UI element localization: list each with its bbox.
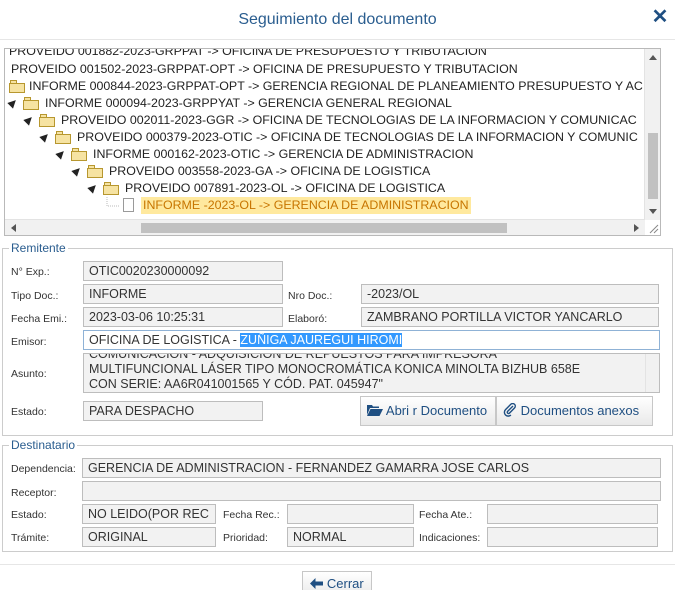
cerrar-button[interactable]: Cerrar bbox=[302, 571, 372, 590]
asunto-scrollbar[interactable] bbox=[645, 354, 659, 392]
nro-doc-label: Nro Doc.: bbox=[288, 290, 333, 302]
nexp-field[interactable]: OTIC0020230000092 bbox=[83, 261, 283, 281]
expanded-icon[interactable] bbox=[55, 148, 67, 160]
tipo-doc-field[interactable]: INFORME bbox=[83, 284, 283, 304]
documentos-anexos-label: Documentos anexos bbox=[520, 403, 640, 418]
tree-node-label: INFORME -2023-OL -> GERENCIA DE ADMINIST… bbox=[141, 197, 471, 214]
scroll-down-icon[interactable] bbox=[649, 209, 657, 214]
elaboro-label: Elaboró: bbox=[288, 313, 328, 325]
expanded-icon[interactable] bbox=[23, 114, 35, 126]
tramite-label: Trámite: bbox=[11, 532, 50, 544]
receptor-field[interactable] bbox=[82, 481, 661, 501]
folder-icon bbox=[103, 182, 119, 195]
asunto-line: MULTIFUNCIONAL LÁSER TIPO MONOCROMÁTICA … bbox=[89, 362, 581, 376]
folder-icon bbox=[9, 80, 25, 93]
document-tree[interactable]: PROVEIDO 001882-2023-GRPPAT -> OFICINA D… bbox=[4, 48, 661, 236]
remitente-section: Remitente N° Exp.: OTIC0020230000092 Tip… bbox=[2, 241, 673, 436]
horizontal-scrollbar[interactable] bbox=[5, 219, 645, 235]
dependencia-field[interactable]: GERENCIA DE ADMINISTRACION - FERNANDEZ G… bbox=[82, 458, 661, 478]
expanded-icon[interactable] bbox=[71, 165, 83, 177]
documentos-anexos-button[interactable]: Documentos anexos bbox=[496, 396, 653, 426]
folder-open-icon bbox=[367, 405, 383, 416]
expanded-icon[interactable] bbox=[87, 182, 99, 194]
folder-icon bbox=[87, 165, 103, 178]
resize-grip-icon[interactable] bbox=[647, 222, 659, 234]
emisor-field[interactable]: OFICINA DE LOGISTICA - ZUÑIGA JAUREGUI H… bbox=[83, 330, 660, 350]
cerrar-label: Cerrar bbox=[326, 576, 364, 590]
tree-node-label: PROVEIDO 000379-2023-OTIC -> OFICINA DE … bbox=[77, 130, 638, 144]
fecha-rec-field[interactable] bbox=[287, 504, 414, 524]
expanded-icon[interactable] bbox=[39, 131, 51, 143]
scroll-thumb[interactable] bbox=[648, 133, 658, 199]
fecha-rec-label: Fecha Rec.: bbox=[223, 509, 280, 521]
indicaciones-field[interactable] bbox=[487, 527, 658, 547]
destinatario-legend: Destinatario bbox=[9, 438, 78, 452]
expanded-icon[interactable] bbox=[7, 97, 19, 109]
fecha-emi-field[interactable]: 2023-03-06 10:25:31 bbox=[83, 307, 283, 327]
fecha-ate-label: Fecha Ate.: bbox=[419, 509, 473, 521]
dependencia-label: Dependencia: bbox=[11, 463, 76, 475]
emisor-prefix: OFICINA DE LOGISTICA - bbox=[89, 333, 241, 347]
asunto-line: COMUNICACION - ADQUISICION DE REPUESTOS … bbox=[89, 353, 497, 361]
dialog-title: Seguimiento del documento bbox=[238, 11, 437, 28]
indicaciones-label: Indicaciones: bbox=[419, 532, 481, 544]
estado-label: Estado: bbox=[11, 406, 47, 418]
vertical-scrollbar[interactable] bbox=[644, 49, 660, 220]
folder-icon bbox=[23, 97, 39, 110]
dest-estado-field[interactable]: NO LEIDO(POR REC bbox=[82, 504, 216, 524]
asunto-label: Asunto: bbox=[11, 368, 47, 380]
tree-viewport: PROVEIDO 001882-2023-GRPPAT -> OFICINA D… bbox=[5, 49, 645, 220]
folder-icon bbox=[55, 131, 71, 144]
estado-field[interactable]: PARA DESPACHO bbox=[83, 401, 263, 421]
tree-node-label: PROVEIDO 003558-2023-GA -> OFICINA DE LO… bbox=[109, 164, 431, 178]
tree-node-label: INFORME 000094-2023-GRPPYAT -> GERENCIA … bbox=[45, 96, 452, 110]
prioridad-label: Prioridad: bbox=[223, 532, 268, 544]
tree-connector-icon bbox=[106, 197, 119, 207]
asunto-line: CON SERIE: AA6R041001565 Y CÓD. PAT. 045… bbox=[89, 377, 383, 391]
abrir-documento-button[interactable]: Abri r Documento bbox=[360, 396, 496, 426]
tramite-field[interactable]: ORIGINAL bbox=[82, 527, 216, 547]
dest-estado-label: Estado: bbox=[11, 509, 47, 521]
folder-icon bbox=[39, 114, 55, 127]
nexp-label: N° Exp.: bbox=[11, 266, 50, 278]
tree-node-label: INFORME 000844-2023-GRPPAT-OPT -> GERENC… bbox=[29, 79, 643, 93]
tree-node-label: PROVEIDO 002011-2023-GGR -> OFICINA DE T… bbox=[61, 113, 637, 127]
destinatario-section: Destinatario Dependencia: GERENCIA DE AD… bbox=[2, 438, 673, 552]
tree-node-label: INFORME 000162-2023-OTIC -> GERENCIA DE … bbox=[93, 147, 474, 161]
document-icon bbox=[123, 198, 134, 212]
fecha-ate-field[interactable] bbox=[487, 504, 658, 524]
scroll-right-icon[interactable] bbox=[634, 224, 639, 232]
tree-node-label: PROVEIDO 007891-2023-OL -> OFICINA DE LO… bbox=[125, 181, 446, 195]
paperclip-icon bbox=[503, 402, 516, 417]
elaboro-field[interactable]: ZAMBRANO PORTILLA VICTOR YANCARLO bbox=[361, 307, 659, 327]
tree-node-label: PROVEIDO 001882-2023-GRPPAT -> OFICINA D… bbox=[9, 49, 487, 58]
dialog-titlebar: Seguimiento del documento ✕ bbox=[0, 0, 675, 40]
prioridad-field[interactable]: NORMAL bbox=[287, 527, 414, 547]
scroll-up-icon[interactable] bbox=[649, 55, 657, 60]
asunto-textarea[interactable]: COMUNICACION - ADQUISICION DE REPUESTOS … bbox=[83, 353, 660, 393]
nro-doc-field[interactable]: -2023/OL bbox=[361, 284, 659, 304]
remitente-legend: Remitente bbox=[9, 241, 68, 255]
receptor-label: Receptor: bbox=[11, 487, 57, 499]
scroll-thumb[interactable] bbox=[141, 223, 507, 233]
tipo-doc-label: Tipo Doc.: bbox=[11, 290, 59, 302]
emisor-label: Emisor: bbox=[11, 336, 47, 348]
scroll-left-icon[interactable] bbox=[11, 224, 16, 232]
tree-node-label: PROVEIDO 001502-2023-GRPPAT-OPT -> OFICI… bbox=[11, 62, 518, 76]
fecha-emi-label: Fecha Emi.: bbox=[11, 313, 68, 325]
close-icon[interactable]: ✕ bbox=[651, 7, 669, 27]
folder-icon bbox=[71, 148, 87, 161]
abrir-documento-label: Abri r Documento bbox=[385, 403, 488, 418]
arrow-left-icon bbox=[310, 578, 324, 589]
emisor-selected-text: ZUÑIGA JAUREGUI HIROMI bbox=[240, 333, 403, 347]
